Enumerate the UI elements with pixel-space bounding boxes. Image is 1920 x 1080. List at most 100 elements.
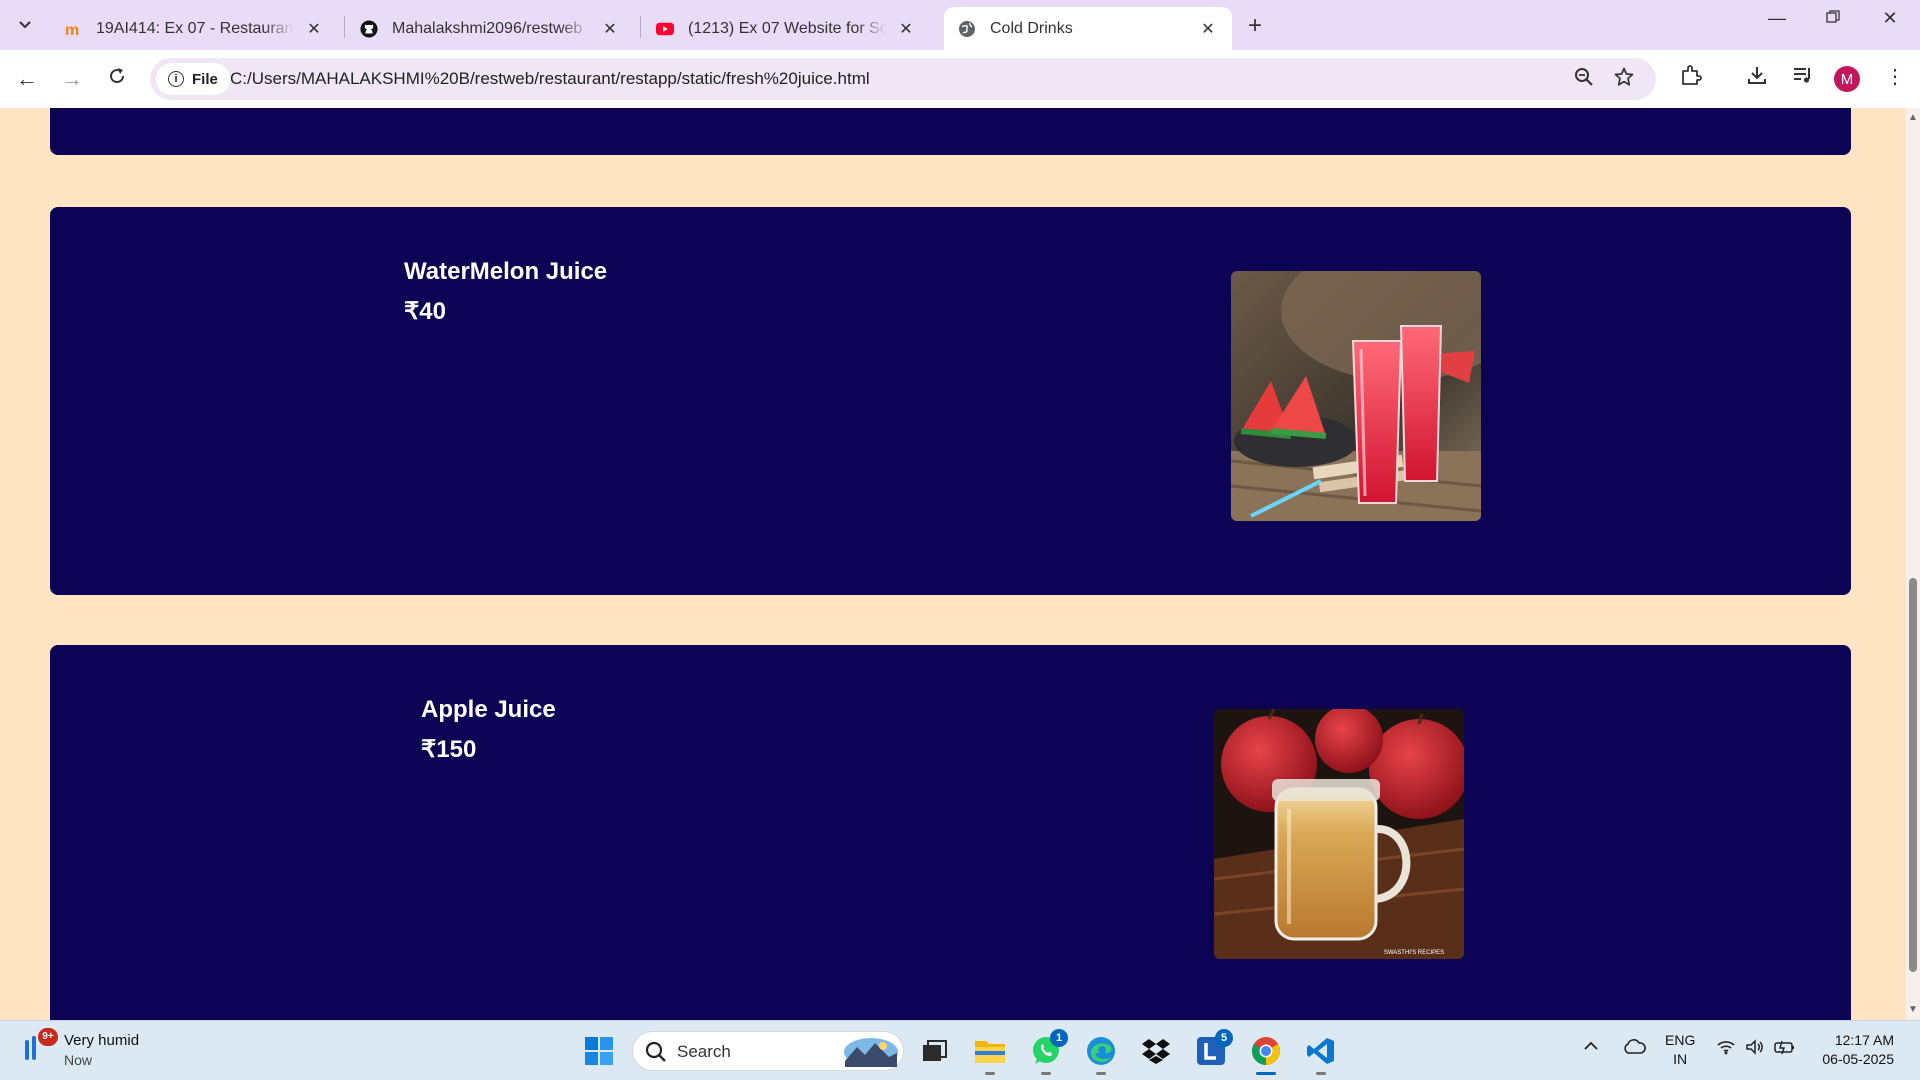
vscode-app[interactable] bbox=[1303, 1033, 1339, 1075]
edge-app[interactable] bbox=[1083, 1033, 1119, 1075]
media-control-icon[interactable] bbox=[1787, 64, 1817, 92]
search-highlight-icon bbox=[844, 1038, 898, 1067]
restore-button[interactable] bbox=[1813, 8, 1853, 29]
profile-avatar[interactable]: M bbox=[1834, 66, 1860, 92]
weather-badge: 9+ bbox=[38, 1028, 58, 1046]
chrome-app[interactable] bbox=[1248, 1033, 1284, 1075]
scheme-label: File bbox=[192, 70, 218, 88]
show-hidden-icons-chevron-icon[interactable] bbox=[1583, 1039, 1599, 1057]
apple-juice-photo: SWASTHI'S RECIPES bbox=[1214, 709, 1464, 959]
tab-youtube[interactable]: (1213) Ex 07 Website for Softwa ✕ bbox=[642, 7, 930, 50]
page-viewport: WaterMelon Juice ₹40 Apple Juice ₹150 SW… bbox=[0, 108, 1906, 1020]
clock-date: 06-05-2025 bbox=[1822, 1051, 1894, 1067]
forward-button[interactable]: → bbox=[57, 64, 87, 94]
zoom-icon[interactable] bbox=[1574, 67, 1594, 93]
reload-button[interactable] bbox=[102, 64, 132, 94]
item-name: WaterMelon Juice bbox=[404, 258, 608, 285]
notification-badge: 1 bbox=[1050, 1029, 1068, 1047]
browser-toolbar: ← → i File C:/Users/MAHALAKSHMI%20B/rest… bbox=[0, 50, 1920, 108]
address-bar[interactable]: i File C:/Users/MAHALAKSHMI%20B/restweb/… bbox=[150, 58, 1656, 100]
tab-search-button[interactable] bbox=[10, 11, 40, 39]
minimize-button[interactable]: — bbox=[1757, 8, 1797, 29]
close-icon[interactable]: ✕ bbox=[896, 19, 916, 39]
menu-card-previous bbox=[50, 108, 1851, 155]
close-icon[interactable]: ✕ bbox=[304, 19, 324, 39]
task-view-button[interactable] bbox=[916, 1033, 952, 1069]
start-button[interactable] bbox=[581, 1033, 617, 1069]
running-indicator bbox=[1041, 1072, 1051, 1075]
scroll-up-arrow-icon[interactable]: ▲ bbox=[1908, 112, 1918, 123]
tab-title: 19AI414: Ex 07 - Restaurant We bbox=[96, 19, 294, 37]
dropbox-app[interactable] bbox=[1138, 1033, 1174, 1069]
globe-icon bbox=[958, 20, 976, 38]
windows-taskbar: 9+ Very humid Now Search 1 5 ENG IN 12:1… bbox=[0, 1020, 1920, 1080]
url-text[interactable]: C:/Users/MAHALAKSHMI%20B/restweb/restaur… bbox=[230, 69, 870, 89]
system-clock[interactable]: 12:17 AM 06-05-2025 bbox=[1812, 1031, 1894, 1069]
tab-strip: m 19AI414: Ex 07 - Restaurant We ✕ Mahal… bbox=[0, 0, 1920, 50]
search-label: Search bbox=[677, 1042, 731, 1061]
weather-subtitle: Now bbox=[64, 1052, 93, 1068]
battery-icon[interactable] bbox=[1774, 1039, 1796, 1060]
watermelon-juice-photo bbox=[1231, 271, 1481, 521]
taskbar-search-box[interactable]: Search bbox=[632, 1031, 904, 1071]
item-name: Apple Juice bbox=[421, 696, 556, 723]
back-button[interactable]: ← bbox=[12, 64, 42, 94]
image-watermark: SWASTHI'S RECIPES bbox=[1384, 950, 1444, 956]
extensions-icon[interactable] bbox=[1676, 64, 1706, 92]
task-view-icon bbox=[923, 1040, 947, 1061]
tab-title: (1213) Ex 07 Website for Softwa bbox=[688, 19, 886, 37]
file-explorer-app[interactable] bbox=[972, 1033, 1008, 1075]
clock-time: 12:17 AM bbox=[1834, 1032, 1894, 1048]
scroll-down-arrow-icon[interactable]: ▼ bbox=[1908, 1004, 1918, 1015]
menu-kebab-icon[interactable]: ⋮ bbox=[1880, 64, 1910, 89]
volume-icon[interactable] bbox=[1745, 1039, 1765, 1060]
close-icon[interactable]: ✕ bbox=[1198, 19, 1218, 39]
running-indicator bbox=[1316, 1072, 1326, 1075]
reload-icon bbox=[110, 68, 125, 84]
moodle-icon: m bbox=[64, 20, 82, 38]
chrome-icon bbox=[1252, 1037, 1280, 1065]
close-icon[interactable]: ✕ bbox=[600, 19, 620, 39]
close-window-button[interactable]: ✕ bbox=[1870, 8, 1910, 29]
info-icon: i bbox=[168, 71, 184, 87]
running-indicator bbox=[1096, 1072, 1106, 1075]
item-price: ₹40 bbox=[404, 298, 446, 325]
menu-card-watermelon: WaterMelon Juice ₹40 bbox=[50, 207, 1851, 595]
tab-separator bbox=[640, 16, 641, 38]
bookmark-star-icon[interactable] bbox=[1614, 67, 1634, 93]
tab-separator bbox=[344, 16, 345, 38]
notification-badge: 5 bbox=[1215, 1029, 1233, 1047]
language-code: ENG bbox=[1665, 1032, 1696, 1048]
vscode-icon bbox=[1307, 1038, 1334, 1064]
tab-title: Cold Drinks bbox=[990, 19, 1073, 37]
lens-app[interactable]: 5 bbox=[1193, 1029, 1233, 1069]
github-icon bbox=[360, 19, 378, 38]
windows-logo-icon bbox=[585, 1037, 613, 1065]
whatsapp-app[interactable]: 1 bbox=[1028, 1029, 1068, 1075]
region-code: IN bbox=[1673, 1051, 1688, 1067]
youtube-icon bbox=[656, 20, 674, 38]
restore-icon bbox=[1826, 10, 1840, 23]
svg-text:m: m bbox=[65, 22, 79, 38]
folder-icon bbox=[975, 1041, 1005, 1063]
scrollbar-thumb[interactable] bbox=[1909, 578, 1917, 972]
tab-moodle[interactable]: m 19AI414: Ex 07 - Restaurant We ✕ bbox=[50, 7, 338, 50]
tab-github[interactable]: Mahalakshmi2096/restweb ✕ bbox=[346, 7, 634, 50]
language-indicator[interactable]: ENG IN bbox=[1665, 1031, 1695, 1069]
item-price: ₹150 bbox=[421, 736, 477, 763]
wifi-icon[interactable] bbox=[1716, 1039, 1736, 1060]
search-icon bbox=[645, 1041, 666, 1062]
site-info-chip[interactable]: i File bbox=[156, 63, 230, 95]
onedrive-cloud-icon[interactable] bbox=[1622, 1039, 1646, 1060]
running-indicator bbox=[1256, 1072, 1276, 1075]
tab-cold-drinks[interactable]: Cold Drinks ✕ bbox=[944, 7, 1232, 50]
dropbox-icon bbox=[1142, 1039, 1170, 1064]
download-icon[interactable] bbox=[1742, 64, 1772, 92]
menu-card-apple: Apple Juice ₹150 SWASTHI'S RECIPES bbox=[50, 645, 1851, 1020]
running-indicator bbox=[985, 1072, 995, 1075]
tab-title: Mahalakshmi2096/restweb bbox=[392, 19, 583, 37]
edge-icon bbox=[1087, 1037, 1115, 1065]
chevron-down-icon bbox=[19, 21, 31, 29]
new-tab-button[interactable]: + bbox=[1240, 12, 1270, 40]
weather-title: Very humid bbox=[64, 1032, 140, 1049]
